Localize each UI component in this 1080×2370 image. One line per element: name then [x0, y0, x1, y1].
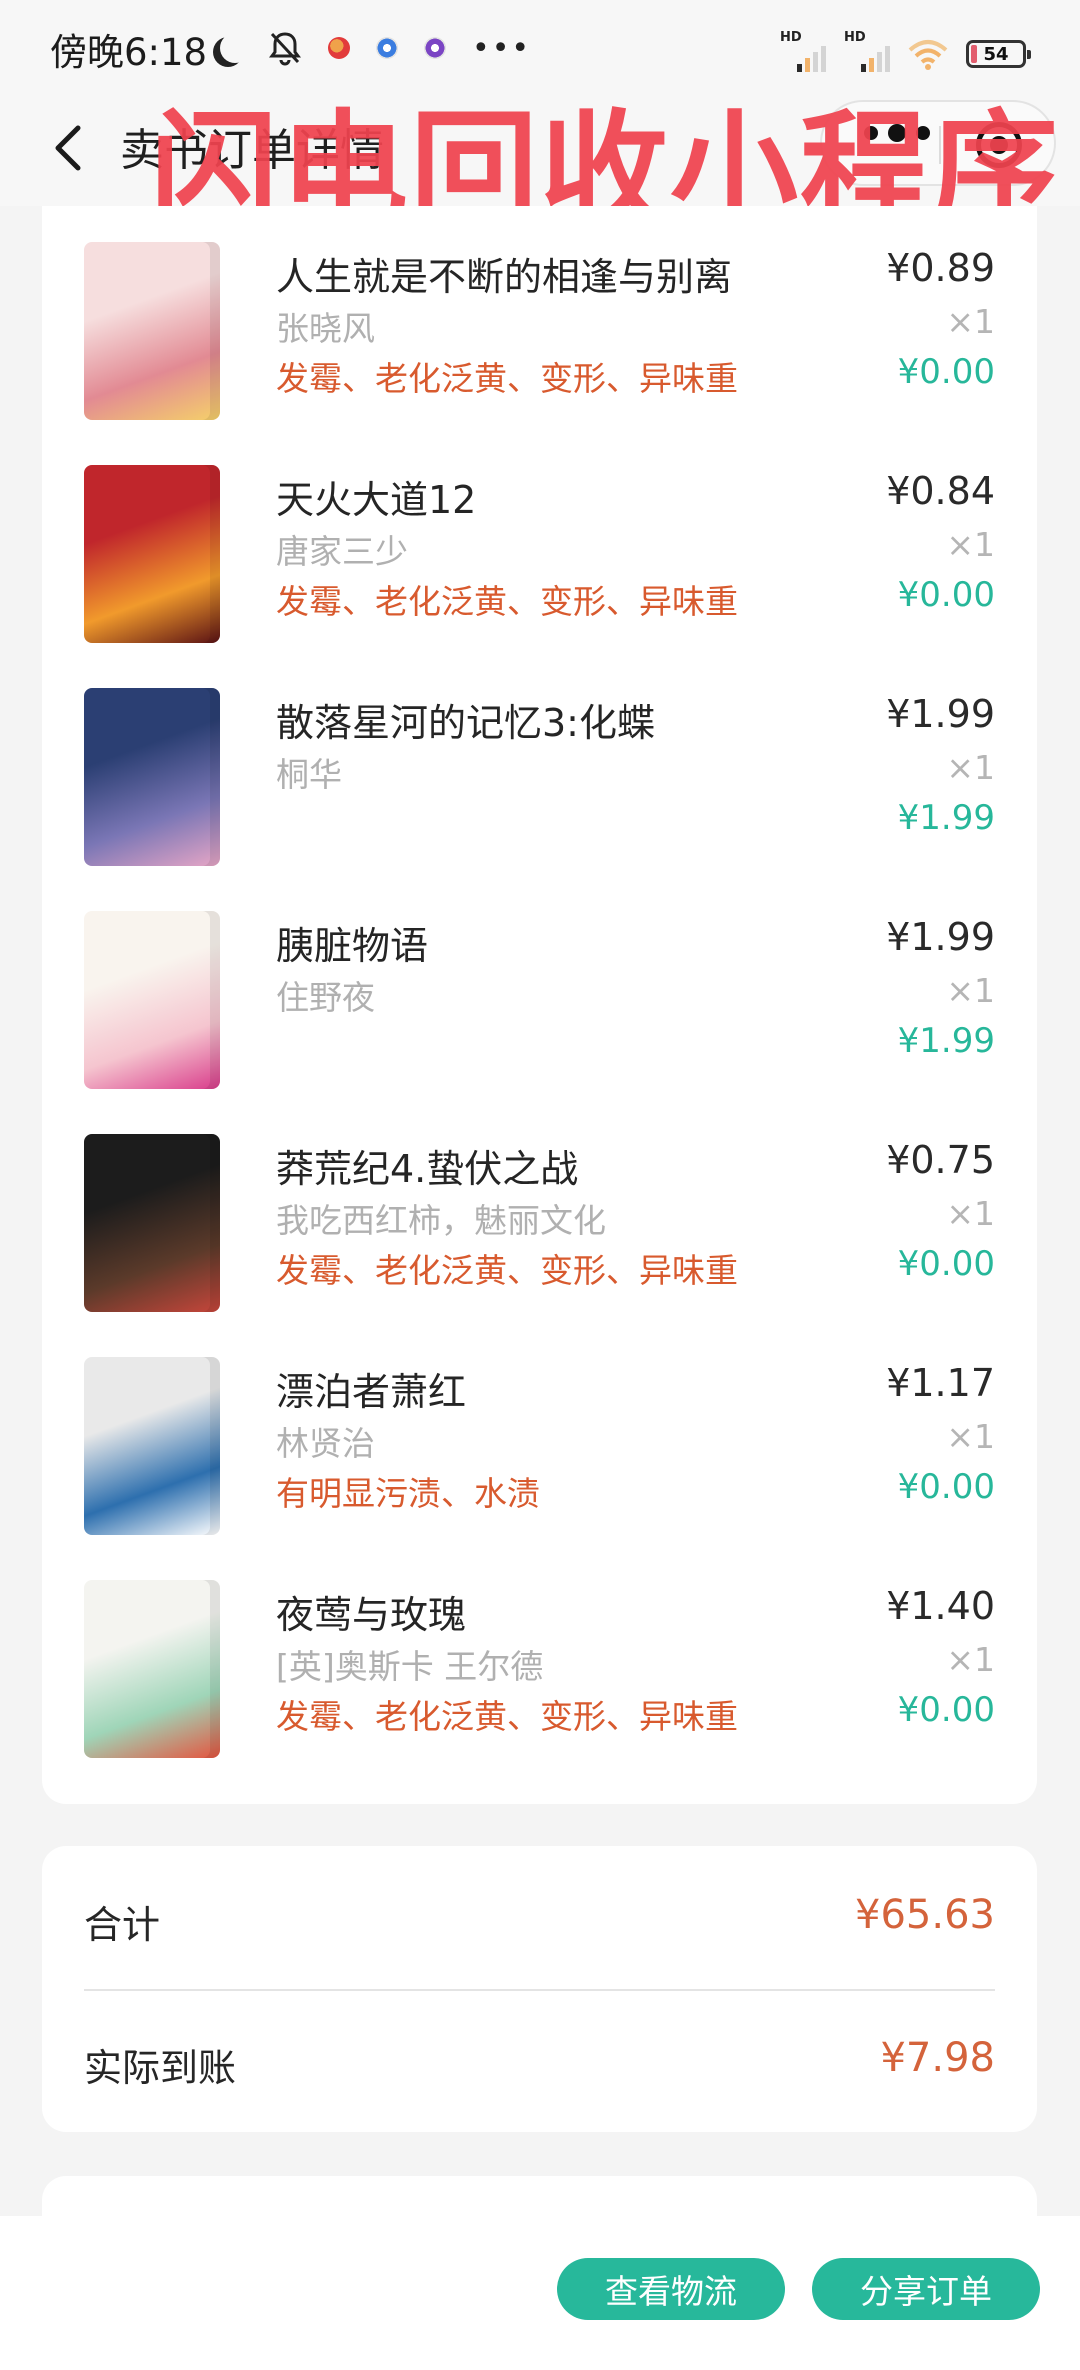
app-notification-icon-2 [424, 37, 446, 59]
book-final-price: ¥0.00 [897, 352, 995, 392]
book-author: 住野夜 [276, 978, 375, 1017]
actual-received-label: 实际到账 [84, 2046, 237, 2090]
book-cover [84, 242, 220, 420]
book-price: ¥1.99 [886, 915, 995, 959]
book-item[interactable]: 人生就是不断的相逢与别离 张晓风 发霉、老化泛黄、变形、异味重 ¥0.89 ×1… [42, 206, 1037, 429]
book-defects: 发霉、老化泛黄、变形、异味重 [276, 359, 738, 398]
actual-received-row: 实际到账 ¥7.98 [84, 1989, 995, 2132]
book-price: ¥0.75 [886, 1138, 995, 1182]
book-cover [84, 1357, 220, 1535]
view-logistics-button[interactable]: 查看物流 [557, 2258, 785, 2320]
book-item[interactable]: 天火大道12 唐家三少 发霉、老化泛黄、变形、异味重 ¥0.84 ×1 ¥0.0… [42, 429, 1037, 652]
bell-muted-icon [269, 32, 301, 66]
book-title: 人生就是不断的相逢与别离 [276, 255, 733, 299]
back-icon[interactable] [42, 118, 102, 178]
book-cover [84, 1134, 220, 1312]
book-price: ¥1.40 [886, 1584, 995, 1628]
book-defects: 发霉、老化泛黄、变形、异味重 [276, 582, 738, 621]
book-title: 散落星河的记忆3:化蝶 [276, 701, 655, 745]
book-final-price: ¥1.99 [897, 798, 995, 838]
actual-received-value: ¥7.98 [880, 2035, 995, 2081]
book-author: 唐家三少 [276, 532, 408, 571]
book-author: 林贤治 [276, 1424, 375, 1463]
book-author: 张晓风 [276, 309, 375, 348]
weibo-icon [328, 37, 350, 59]
total-label: 合计 [84, 1903, 161, 1947]
book-item[interactable]: 胰脏物语 住野夜 ¥1.99 ×1 ¥1.99 [42, 875, 1037, 1098]
share-order-button[interactable]: 分享订单 [812, 2258, 1040, 2320]
signal-hd-icon-2: HD [844, 30, 890, 72]
book-price: ¥0.84 [886, 469, 995, 513]
totals-card: 合计 ¥65.63 实际到账 ¥7.98 [42, 1846, 1037, 2132]
book-cover [84, 688, 220, 866]
book-final-price: ¥0.00 [897, 575, 995, 615]
book-author: [英]奥斯卡 王尔德 [276, 1647, 544, 1686]
moon-icon [220, 33, 250, 63]
book-final-price: ¥0.00 [897, 1467, 995, 1507]
book-quantity: ×1 [946, 302, 995, 341]
book-quantity: ×1 [946, 1417, 995, 1456]
book-final-price: ¥1.99 [897, 1021, 995, 1061]
book-item[interactable]: 散落星河的记忆3:化蝶 桐华 ¥1.99 ×1 ¥1.99 [42, 652, 1037, 875]
battery-level: 54 [983, 43, 1009, 65]
total-value: ¥65.63 [855, 1892, 995, 1938]
book-title: 夜莺与玫瑰 [276, 1593, 467, 1637]
book-quantity: ×1 [946, 1194, 995, 1233]
book-price: ¥1.17 [886, 1361, 995, 1405]
nav-bar: 卖书订单详情 闪电回收小程序 [0, 96, 1080, 247]
wifi-icon [908, 40, 948, 70]
book-title: 天火大道12 [276, 478, 477, 522]
book-defects: 发霉、老化泛黄、变形、异味重 [276, 1251, 738, 1290]
book-defects: 发霉、老化泛黄、变形、异味重 [276, 1697, 738, 1736]
book-cover [84, 1580, 220, 1758]
book-list-card: 人生就是不断的相逢与别离 张晓风 发霉、老化泛黄、变形、异味重 ¥0.89 ×1… [42, 206, 1037, 1804]
book-quantity: ×1 [946, 748, 995, 787]
more-notifications-icon: ••• [472, 30, 532, 66]
total-row: 合计 ¥65.63 [84, 1846, 995, 1989]
app-notification-icon [376, 37, 398, 59]
book-quantity: ×1 [946, 971, 995, 1010]
battery-icon: 54 [966, 40, 1031, 68]
signal-hd-icon: HD [780, 30, 826, 72]
book-title: 胰脏物语 [276, 924, 429, 968]
book-quantity: ×1 [946, 1640, 995, 1679]
status-icons-right: HD HD 54 [780, 28, 1031, 72]
book-title: 漂泊者萧红 [276, 1370, 467, 1414]
book-quantity: ×1 [946, 525, 995, 564]
book-item[interactable]: 漂泊者萧红 林贤治 有明显污渍、水渍 ¥1.17 ×1 ¥0.00 [42, 1321, 1037, 1544]
book-author: 桐华 [276, 755, 342, 794]
book-item[interactable]: 夜莺与玫瑰 [英]奥斯卡 王尔德 发霉、老化泛黄、变形、异味重 ¥1.40 ×1… [42, 1544, 1037, 1767]
book-price: ¥0.89 [886, 246, 995, 290]
book-cover [84, 911, 220, 1089]
bottom-action-bar: 查看物流 分享订单 [0, 2216, 1080, 2370]
status-icons-left: ••• [212, 22, 531, 74]
book-title: 莽荒纪4.蛰伏之战 [276, 1147, 579, 1191]
book-defects: 有明显污渍、水渍 [276, 1474, 540, 1513]
book-cover [84, 465, 220, 643]
book-price: ¥1.99 [886, 692, 995, 736]
book-author: 我吃西红柿，魅丽文化 [276, 1201, 606, 1240]
book-final-price: ¥0.00 [897, 1244, 995, 1284]
book-item[interactable]: 莽荒纪4.蛰伏之战 我吃西红柿，魅丽文化 发霉、老化泛黄、变形、异味重 ¥0.7… [42, 1098, 1037, 1321]
book-final-price: ¥0.00 [897, 1690, 995, 1730]
